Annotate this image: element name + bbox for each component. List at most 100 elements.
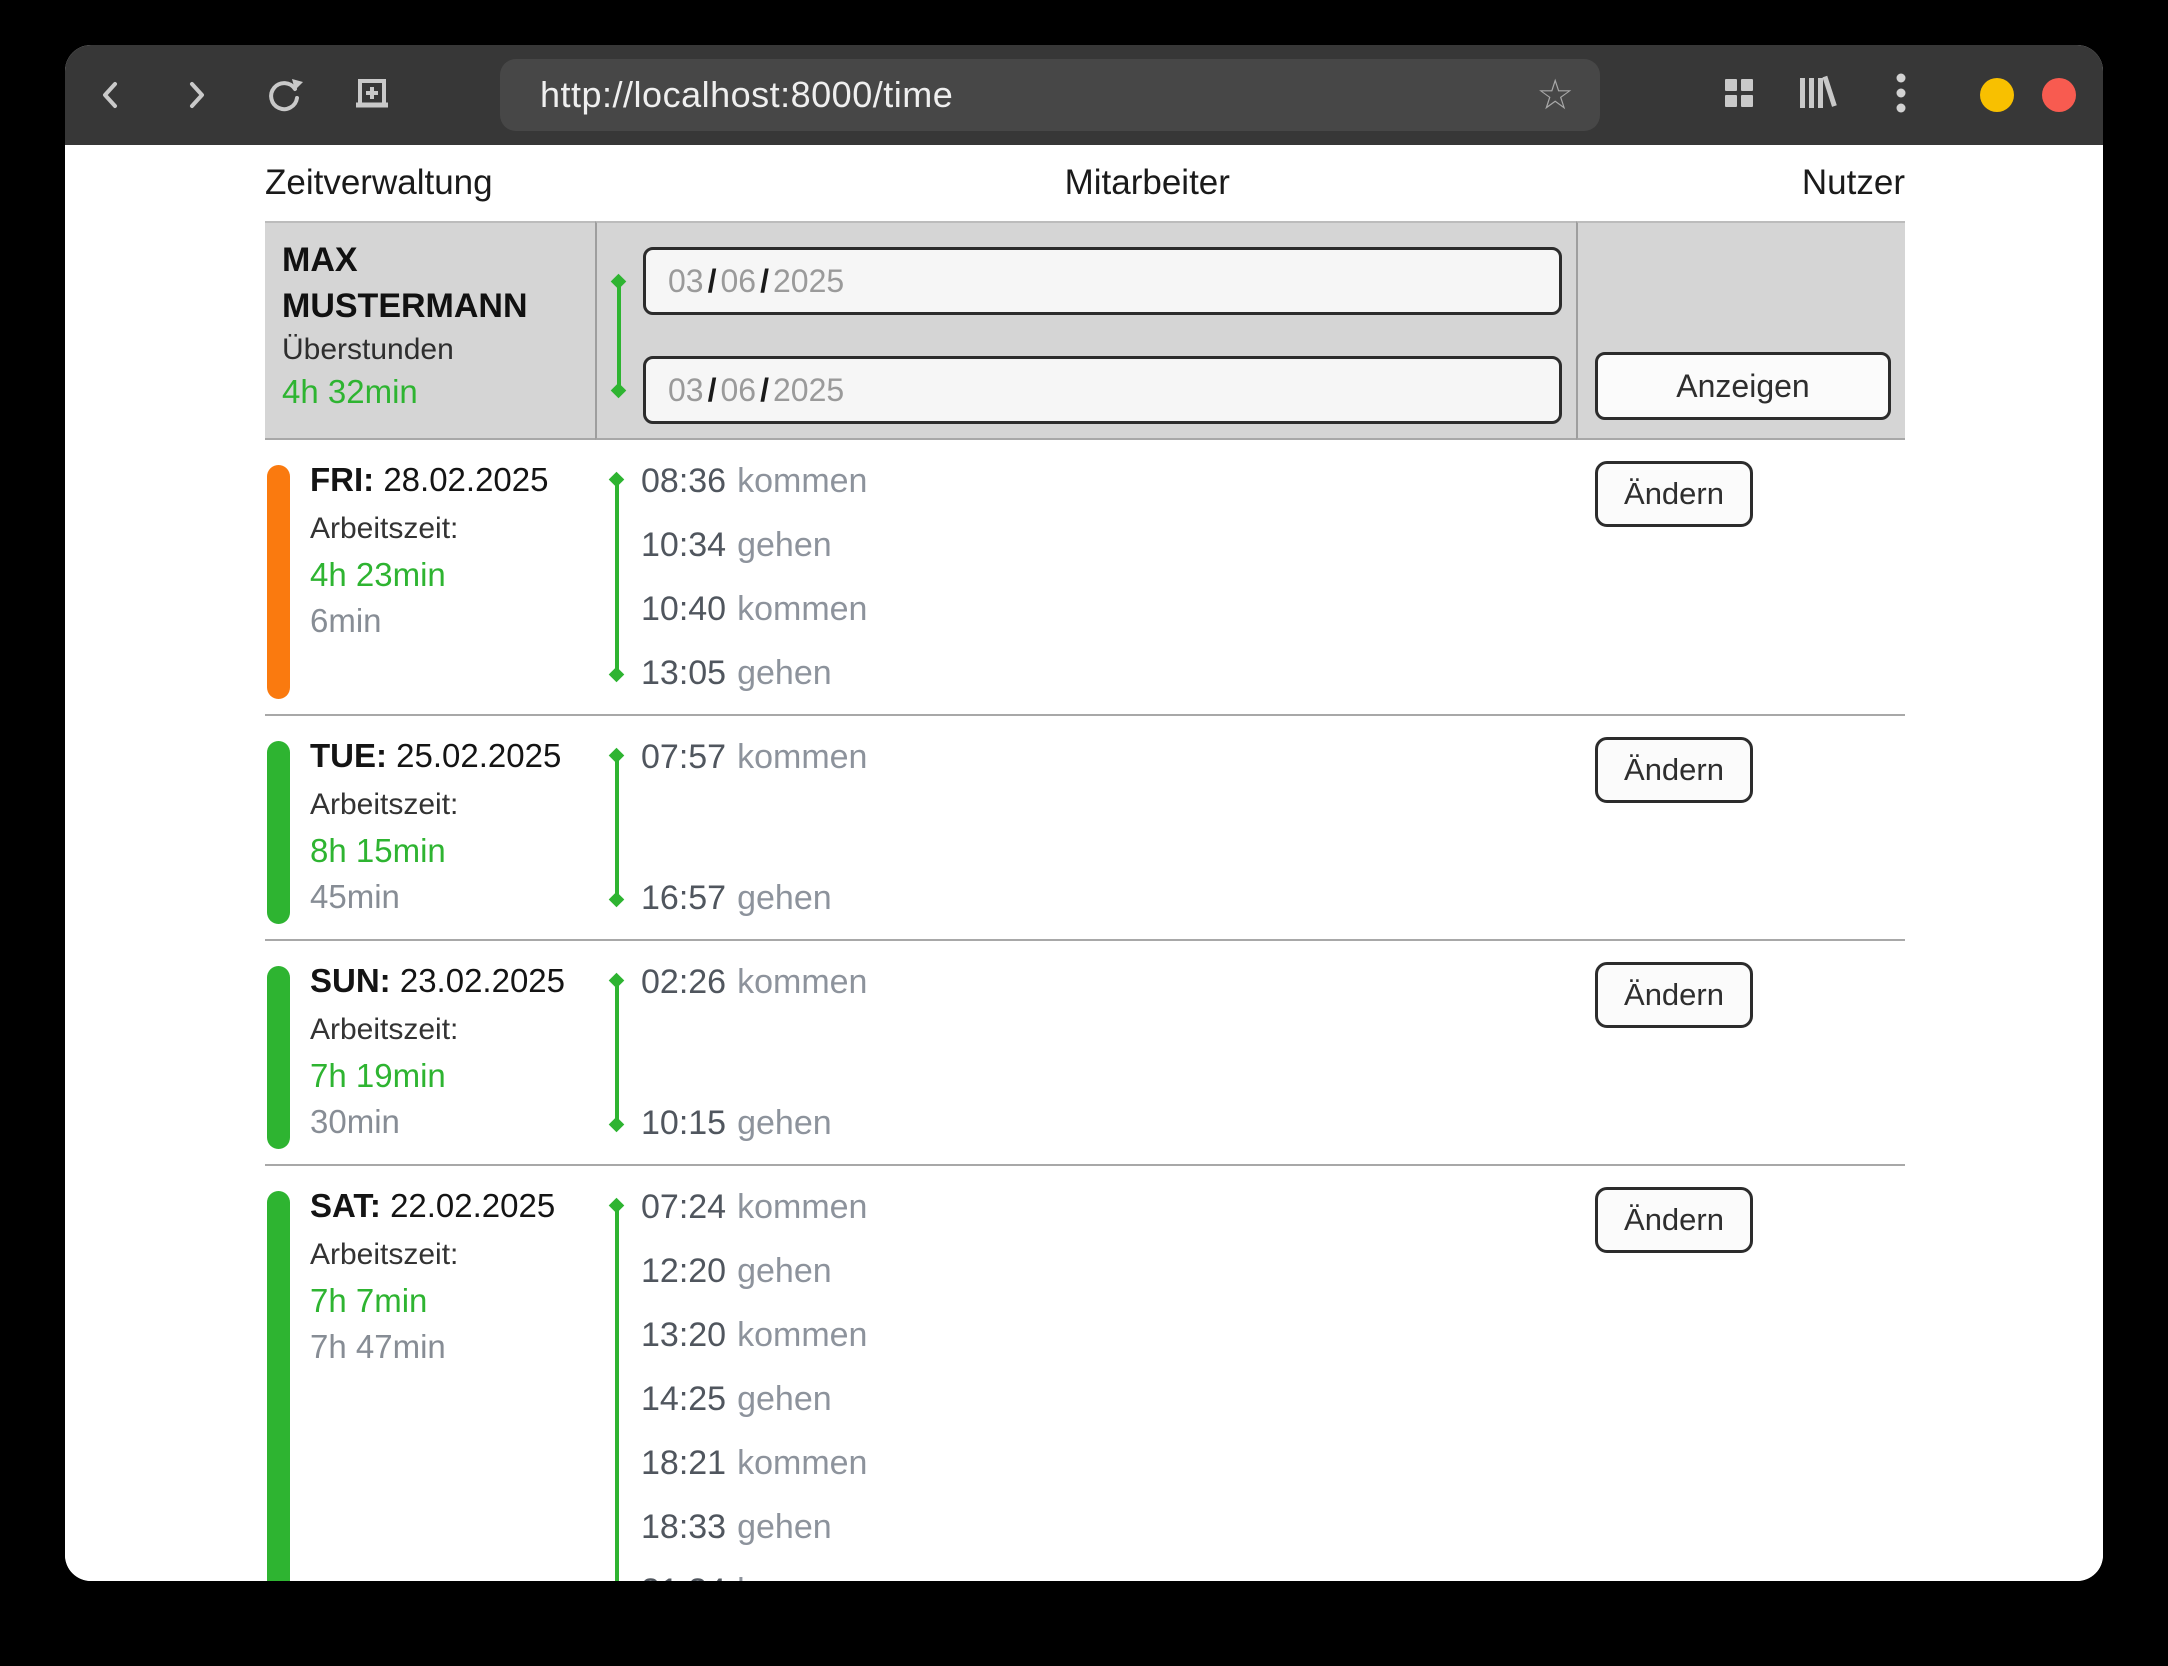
day-title: FRI: 28.02.2025 xyxy=(310,462,589,498)
entry-type: gehen xyxy=(726,879,832,917)
nav-nutzer[interactable]: Nutzer xyxy=(1802,163,1905,203)
work-duration: 7h 19min xyxy=(310,1059,589,1093)
time-entry: 10:15gehen xyxy=(641,1091,1576,1155)
entry-type: gehen xyxy=(726,654,832,692)
menu-button[interactable] xyxy=(1873,45,1929,145)
time-entry: 16:57gehen xyxy=(641,866,1576,930)
bookmark-star-icon[interactable]: ☆ xyxy=(1536,59,1600,131)
day-summary-cell: TUE: 25.02.2025 Arbeitszeit: 8h 15min 45… xyxy=(265,716,595,941)
time-entry: 07:24kommen xyxy=(641,1175,1576,1239)
nav-mitarbeiter[interactable]: Mitarbeiter xyxy=(1065,163,1230,203)
date-from-year: 2025 xyxy=(773,263,844,300)
aendern-button[interactable]: Ändern xyxy=(1595,737,1753,803)
entry-time: 10:34 xyxy=(641,526,726,564)
time-entry: 18:21kommen xyxy=(641,1431,1576,1495)
day-title: TUE: 25.02.2025 xyxy=(310,738,589,774)
url-text: http://localhost:8000/time xyxy=(500,74,1536,116)
entry-type: kommen xyxy=(726,462,867,500)
entry-time: 13:20 xyxy=(641,1316,726,1354)
work-duration: 8h 15min xyxy=(310,834,589,868)
entry-type: kommen xyxy=(726,1188,867,1226)
day-title: SUN: 23.02.2025 xyxy=(310,963,589,999)
employee-summary: MAX MUSTERMANN Überstunden 4h 32min xyxy=(265,221,595,440)
day-entries-cell: 02:26kommen10:15gehen xyxy=(595,941,1576,1166)
date-to-input[interactable]: 03/06/2025 xyxy=(643,356,1562,424)
forward-icon xyxy=(179,78,213,112)
entry-type: gehen xyxy=(726,1104,832,1142)
time-entry: 12:20gehen xyxy=(641,1239,1576,1303)
close-circle-icon xyxy=(2042,78,2076,112)
reload-button[interactable] xyxy=(253,45,317,145)
overtime-label: Überstunden xyxy=(282,329,585,371)
time-entry: 10:40kommen xyxy=(641,577,1576,641)
show-panel: Anzeigen xyxy=(1576,221,1905,440)
url-bar[interactable]: http://localhost:8000/time ☆ xyxy=(500,59,1600,131)
time-table: MAX MUSTERMANN Überstunden 4h 32min 03/0… xyxy=(265,221,1905,1581)
back-button[interactable] xyxy=(79,45,143,145)
entry-time: 18:33 xyxy=(641,1508,726,1546)
library-button[interactable] xyxy=(1787,45,1851,145)
grid-icon xyxy=(1722,76,1756,115)
entry-time: 21:34 xyxy=(641,1572,726,1581)
employee-name-line1: MAX xyxy=(282,237,585,283)
forward-button[interactable] xyxy=(164,45,228,145)
time-entry: 13:20kommen xyxy=(641,1303,1576,1367)
entry-type: kommen xyxy=(726,1316,867,1354)
date-from-input[interactable]: 03/06/2025 xyxy=(643,247,1562,315)
day-action-cell: Ändern xyxy=(1576,941,1905,1166)
entry-time: 07:57 xyxy=(641,738,726,776)
new-tab-button[interactable] xyxy=(340,45,404,145)
entry-type: kommen xyxy=(726,590,867,628)
break-duration: 6min xyxy=(310,603,589,639)
entry-type: gehen xyxy=(726,526,832,564)
minimize-button[interactable] xyxy=(1967,45,2027,145)
day-range-line xyxy=(615,755,619,900)
entry-type: kommen xyxy=(726,738,867,776)
date-from-month: 06 xyxy=(720,263,756,300)
day-action-cell: Ändern xyxy=(1576,1166,1905,1581)
new-tab-icon xyxy=(352,76,392,114)
close-button[interactable] xyxy=(2029,45,2089,145)
day-range-line xyxy=(615,1205,619,1581)
aendern-button[interactable]: Ändern xyxy=(1595,962,1753,1028)
time-entry: 07:57kommen xyxy=(641,725,1576,789)
reload-icon xyxy=(265,75,305,115)
date-sep: / xyxy=(704,263,721,300)
aendern-button[interactable]: Ändern xyxy=(1595,1187,1753,1253)
date-to-year: 2025 xyxy=(773,372,844,409)
entry-type: kommen xyxy=(726,1444,867,1482)
nav-zeitverwaltung[interactable]: Zeitverwaltung xyxy=(265,163,493,203)
day-summary-cell: SUN: 23.02.2025 Arbeitszeit: 7h 19min 30… xyxy=(265,941,595,1166)
date-sep: / xyxy=(756,263,773,300)
work-time-label: Arbeitszeit: xyxy=(310,1239,589,1271)
entry-time: 08:36 xyxy=(641,462,726,500)
entry-time: 10:15 xyxy=(641,1104,726,1142)
break-duration: 30min xyxy=(310,1104,589,1140)
day-summary-cell: FRI: 28.02.2025 Arbeitszeit: 4h 23min 6m… xyxy=(265,440,595,716)
day-status-bar xyxy=(267,1191,290,1581)
extensions-button[interactable] xyxy=(1711,45,1767,145)
time-entry: 10:34gehen xyxy=(641,513,1576,577)
day-range-line xyxy=(615,479,619,675)
day-action-cell: Ändern xyxy=(1576,716,1905,941)
day-status-bar xyxy=(267,741,290,924)
anzeigen-button[interactable]: Anzeigen xyxy=(1595,352,1891,420)
aendern-button[interactable]: Ändern xyxy=(1595,461,1753,527)
date-to-day: 03 xyxy=(668,372,704,409)
date-range-line xyxy=(617,281,621,391)
day-status-bar xyxy=(267,465,290,699)
day-title: SAT: 22.02.2025 xyxy=(310,1188,589,1224)
employee-name-line2: MUSTERMANN xyxy=(282,283,585,329)
day-action-cell: Ändern xyxy=(1576,440,1905,716)
entry-time: 13:05 xyxy=(641,654,726,692)
entry-type: kommen xyxy=(726,963,867,1001)
entry-time: 14:25 xyxy=(641,1380,726,1418)
day-summary-cell: SAT: 22.02.2025 Arbeitszeit: 7h 7min 7h … xyxy=(265,1166,595,1581)
library-icon xyxy=(1796,74,1842,117)
entry-type: gehen xyxy=(726,1508,832,1546)
work-time-label: Arbeitszeit: xyxy=(310,789,589,821)
entry-type: gehen xyxy=(726,1380,832,1418)
back-icon xyxy=(94,78,128,112)
time-entry: 18:33gehen xyxy=(641,1495,1576,1559)
browser-titlebar: http://localhost:8000/time ☆ xyxy=(65,45,2103,145)
